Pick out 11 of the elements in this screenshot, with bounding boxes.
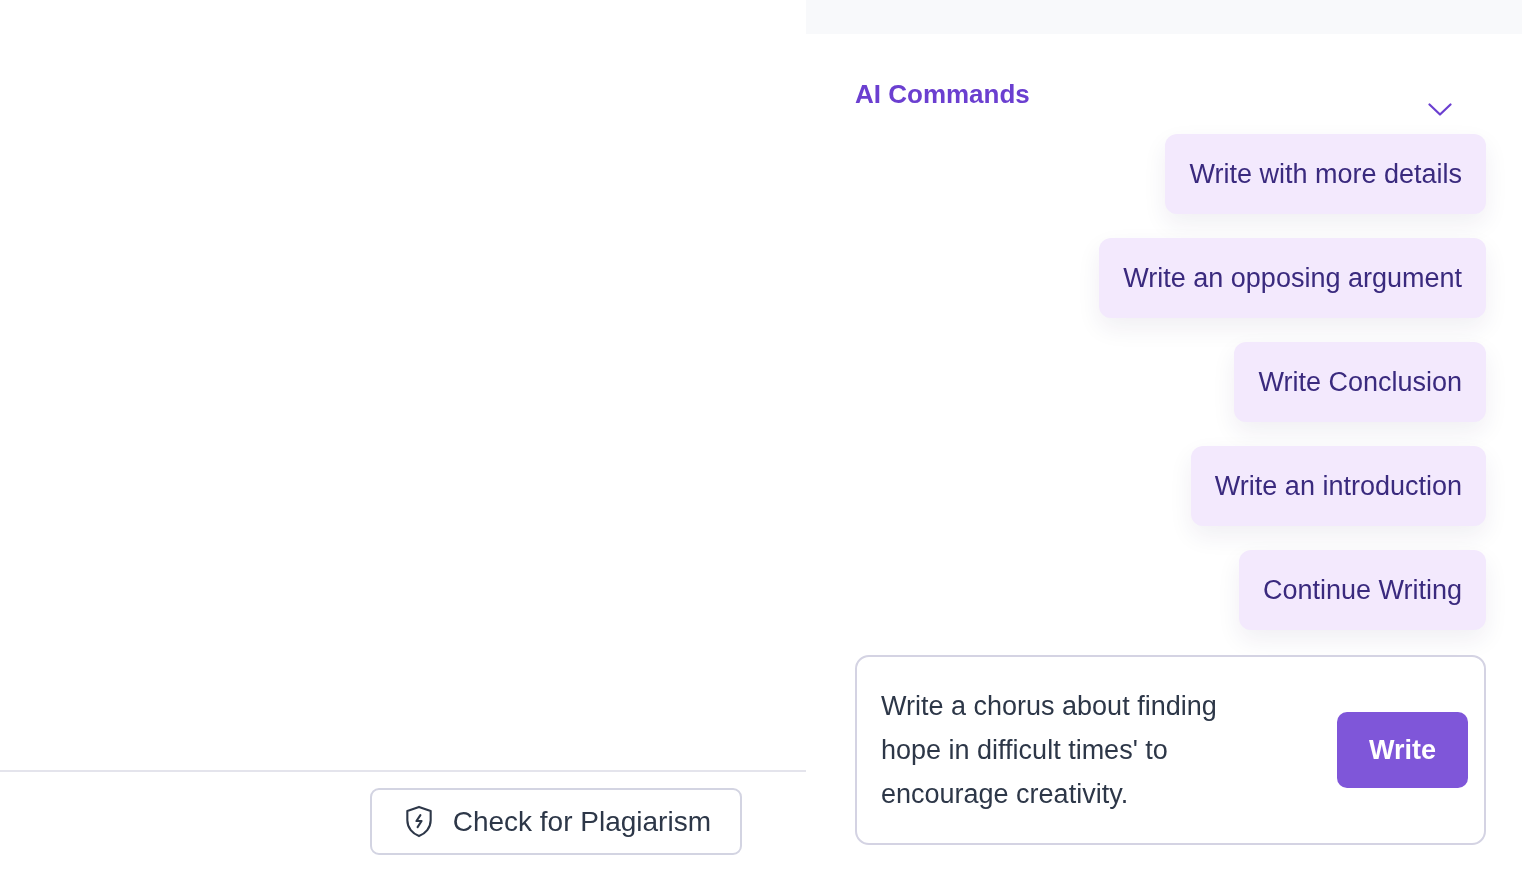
command-chip[interactable]: Continue Writing: [1238, 550, 1486, 630]
section-title: AI Commands: [855, 78, 1030, 110]
command-chip[interactable]: Write an introduction: [1190, 446, 1486, 526]
command-chip[interactable]: Write Conclusion: [1234, 342, 1486, 422]
chevron-down-icon[interactable]: [1428, 103, 1452, 116]
prompt-field[interactable]: Write a chorus about finding hope in difficult times' to encourage creativity.: [881, 684, 1261, 816]
command-chip[interactable]: Write with more details: [1165, 134, 1486, 214]
command-chip[interactable]: Write an opposing argument: [1099, 238, 1486, 318]
write-button[interactable]: Write: [1337, 712, 1468, 788]
shield-bolt-icon: [404, 805, 433, 838]
check-plagiarism-button[interactable]: Check for Plagiarism: [369, 788, 742, 855]
